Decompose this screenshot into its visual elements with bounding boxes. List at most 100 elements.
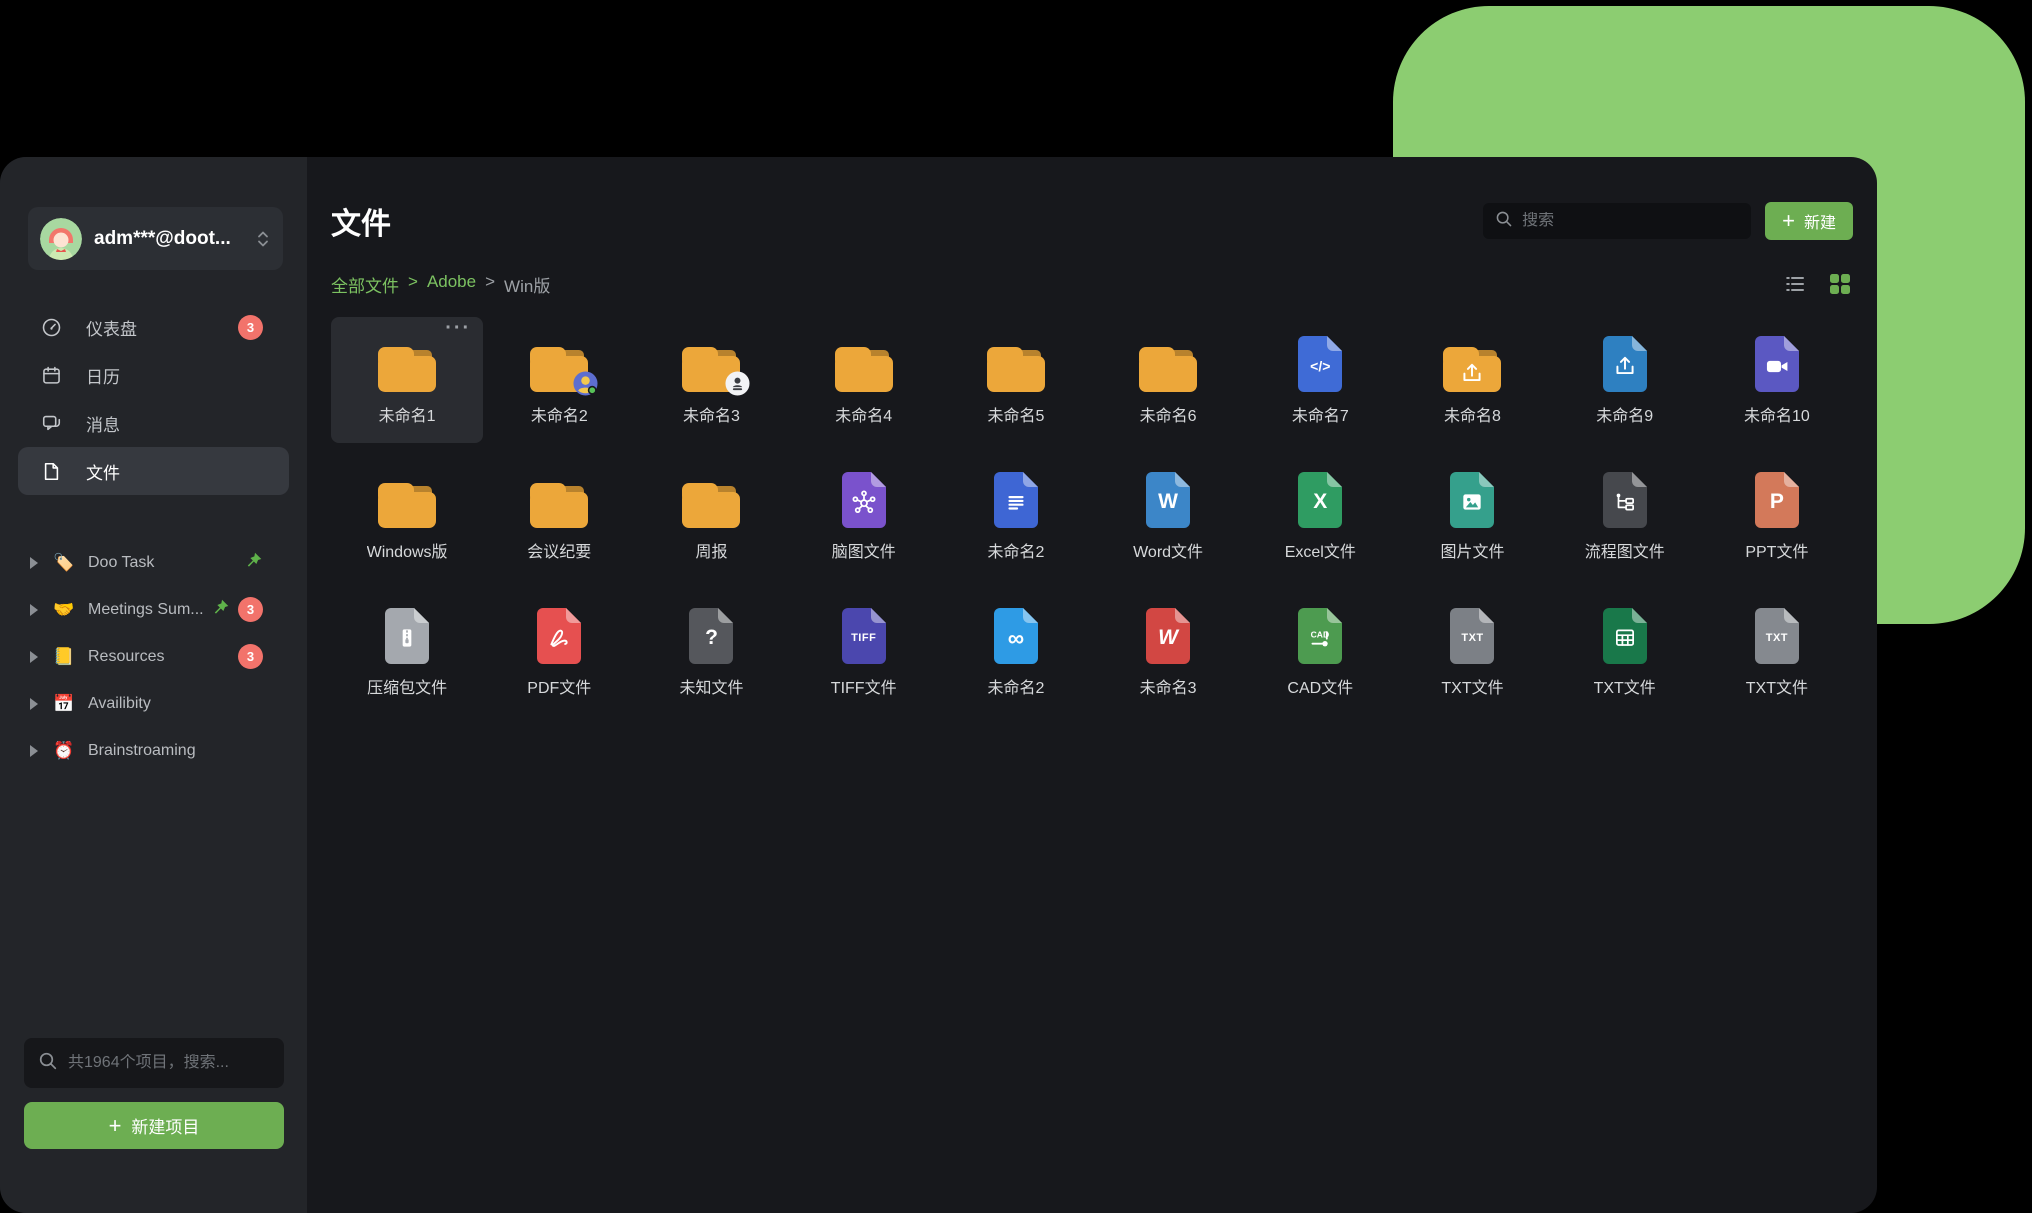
sidebar-project-item[interactable]: 🤝Meetings Sum...3 [18,586,289,633]
file-item[interactable]: PDF文件 [483,589,635,715]
file-label: 未命名10 [1744,402,1810,426]
code-icon: </> [1310,358,1330,374]
file-item[interactable]: 压缩包文件 [331,589,483,715]
file-label: 图片文件 [1440,538,1504,562]
folder-item[interactable]: 未命名5 [940,317,1092,443]
folder-item[interactable]: 未命名8 [1396,317,1548,443]
folder-item[interactable]: 周报 [635,453,787,579]
user-email: adm***@doot... [94,228,243,250]
file-label: 未命名2 [987,538,1044,562]
cad-icon: CAD [1307,625,1334,652]
flowchart-icon [1612,489,1638,515]
file-item[interactable]: 未命名2 [940,453,1092,579]
notification-badge: 3 [238,644,263,669]
file-item[interactable]: 流程图文件 [1549,453,1701,579]
plus-icon: + [109,1115,122,1137]
folder-item[interactable]: 会议纪要 [483,453,635,579]
file-label: 脑图文件 [832,538,896,562]
file-item[interactable]: 脑图文件 [788,453,940,579]
pin-icon [211,598,230,622]
list-view-icon[interactable] [1783,272,1807,296]
folder-item[interactable]: 未命名3 [635,317,787,443]
folder-item[interactable]: 未命名6 [1092,317,1244,443]
document-icon: X [1298,472,1342,528]
breadcrumb: 全部文件>Adobe>Win版 [331,272,550,297]
breadcrumb-item[interactable]: Adobe [427,272,476,297]
caret-right-icon[interactable] [30,745,38,757]
file-label: TXT文件 [1594,674,1656,698]
document-icon: W [1146,608,1190,664]
file-item[interactable]: 图片文件 [1396,453,1548,579]
project-label: Resources [88,648,164,666]
file-item[interactable]: XExcel文件 [1244,453,1396,579]
file-item[interactable]: TXTTXT文件 [1701,589,1853,715]
file-label: TXT文件 [1441,674,1503,698]
file-item[interactable]: ?未知文件 [635,589,787,715]
sidebar-item-dashboard[interactable]: 仪表盘3 [18,303,289,351]
caret-right-icon[interactable] [30,557,38,569]
document-icon: </> [1298,336,1342,392]
file-label: 未命名4 [835,402,892,426]
file-label: 未命名2 [987,674,1044,698]
file-item[interactable]: 未命名9 [1549,317,1701,443]
sidebar-project-item[interactable]: 📒Resources3 [18,633,289,680]
video-icon [1763,353,1790,380]
mindmap-icon [850,488,878,516]
item-menu-icon[interactable]: ··· [445,317,471,340]
file-item[interactable]: PPPT文件 [1701,453,1853,579]
file-label: PDF文件 [527,674,591,698]
file-item[interactable]: W未命名3 [1092,589,1244,715]
folder-icon [530,344,588,392]
folder-icon [987,344,1045,392]
sidebar-spacer [0,774,307,1038]
file-item[interactable]: 未命名10 [1701,317,1853,443]
sidebar-item-label: 日历 [86,363,120,388]
sidebar-project-item[interactable]: 🏷️Doo Task [18,539,289,586]
sidebar-project-item[interactable]: ⏰Brainstroaming [18,727,289,774]
breadcrumb-item[interactable]: 全部文件 [331,272,399,297]
file-item[interactable]: TIFFTIFF文件 [788,589,940,715]
new-project-button[interactable]: + 新建项目 [24,1102,284,1149]
file-label: 未命名8 [1444,402,1501,426]
document-icon: TIFF [842,608,886,664]
new-file-button[interactable]: + 新建 [1765,202,1853,240]
file-item[interactable]: CAD CAD文件 [1244,589,1396,715]
sidebar-item-message[interactable]: 消息 [18,399,289,447]
file-label: 周报 [695,538,727,562]
sidebar-item-file[interactable]: 文件 [18,447,289,495]
letter-glyph: P [1770,490,1784,514]
caret-right-icon[interactable] [30,698,38,710]
folder-item[interactable]: 未命名4 [788,317,940,443]
project-search [24,1038,284,1088]
sidebar-project-item[interactable]: 📅Availibity [18,680,289,727]
user-account-switcher[interactable]: adm***@doot... [28,207,283,270]
breadcrumb-separator: > [408,272,418,297]
file-item[interactable]: WWord文件 [1092,453,1244,579]
file-item[interactable]: ∞未命名2 [940,589,1092,715]
document-icon: TXT [1450,608,1494,664]
calendar-icon [40,365,62,386]
grid-view-icon[interactable] [1827,271,1853,297]
file-label: 未命名3 [683,402,740,426]
folder-icon [682,344,740,392]
sidebar-item-label: 文件 [86,459,120,484]
app-window: adm***@doot... 仪表盘3 日历消息文件 🏷️Doo Task🤝Mee… [0,157,1877,1213]
folder-icon [530,480,588,528]
project-search-input[interactable] [68,1054,270,1072]
file-item[interactable]: </>未命名7 [1244,317,1396,443]
file-label: CAD文件 [1287,674,1353,698]
screenshot-stage: adm***@doot... 仪表盘3 日历消息文件 🏷️Doo Task🤝Mee… [0,0,2032,1213]
folder-item[interactable]: 未命名2 [483,317,635,443]
file-icon [40,461,62,482]
project-emoji-icon: 📅 [52,694,76,714]
folder-item[interactable]: Windows版 [331,453,483,579]
caret-right-icon[interactable] [30,604,38,616]
file-search-input[interactable] [1522,212,1739,230]
folder-item[interactable]: ··· 未命名1 [331,317,483,443]
file-item[interactable]: TXT TXT文件 [1396,589,1548,715]
sidebar-item-calendar[interactable]: 日历 [18,351,289,399]
file-item[interactable]: TXT文件 [1549,589,1701,715]
caret-right-icon[interactable] [30,651,38,663]
contact-badge [725,371,750,396]
plus-icon: + [1782,210,1795,232]
